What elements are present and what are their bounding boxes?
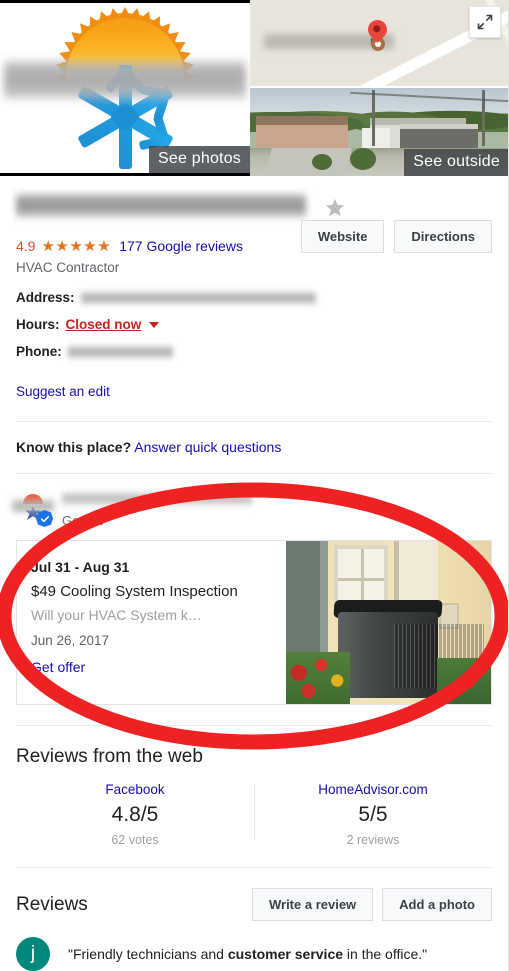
phone-row: Phone: bbox=[16, 343, 492, 361]
review-snippet-item[interactable]: j "Friendly technicians and customer ser… bbox=[16, 937, 492, 971]
website-button[interactable]: Website bbox=[300, 220, 385, 253]
blurred-address-value bbox=[80, 291, 316, 305]
post-source-label: Google bbox=[62, 513, 104, 528]
reviews-from-web-heading: Reviews from the web bbox=[16, 746, 203, 767]
blurred-phone-value bbox=[67, 345, 173, 359]
hours-label: Hours: bbox=[16, 317, 60, 332]
map-thumbnail[interactable]: nc bbox=[250, 0, 508, 88]
blurred-post-author-name bbox=[62, 491, 252, 506]
know-this-place-row: Know this place? Answer quick questions bbox=[16, 422, 492, 473]
offer-posted-date: Jun 26, 2017 bbox=[31, 633, 110, 648]
reviews-action-buttons: Write a review Add a photo bbox=[251, 888, 492, 921]
directions-button[interactable]: Directions bbox=[394, 220, 492, 253]
media-header: See photos nc bbox=[0, 0, 508, 176]
map-pin-icon bbox=[364, 16, 391, 51]
hours-status-closed[interactable]: Closed now bbox=[66, 316, 142, 334]
panel-content: Website Directions 4.9 ★★★★★ 177 Google … bbox=[0, 176, 508, 971]
offer-description: Will your HVAC System k… bbox=[31, 607, 202, 623]
review-snippet-text: "Friendly technicians and customer servi… bbox=[68, 946, 427, 962]
business-post-block: Google Jul 31 - Aug 31 $49 Cooling Syste… bbox=[12, 474, 492, 705]
address-row: Address: bbox=[16, 289, 492, 307]
streetview-trailer bbox=[362, 128, 390, 150]
post-author-avatar bbox=[12, 490, 54, 527]
business-logo-photo-tile[interactable]: See photos bbox=[0, 0, 250, 176]
review-quote-highlight: customer service bbox=[227, 946, 344, 962]
blurred-business-title bbox=[16, 192, 306, 219]
offer-title: $49 Cooling System Inspection bbox=[31, 583, 238, 600]
get-offer-link[interactable]: Get offer bbox=[31, 659, 272, 675]
web-review-score: 5/5 bbox=[358, 803, 388, 826]
see-photos-label[interactable]: See photos bbox=[149, 146, 250, 173]
reviews-header: Reviews Write a review Add a photo bbox=[16, 888, 492, 921]
streetview-carport bbox=[400, 124, 478, 148]
primary-action-buttons: Website Directions bbox=[300, 220, 492, 253]
post-author-meta: Google bbox=[62, 490, 252, 528]
web-review-source-name[interactable]: HomeAdvisor.com bbox=[264, 782, 482, 797]
web-review-count: 2 reviews bbox=[346, 833, 400, 847]
reviews-from-web-grid: Facebook 4.8/5 62 votes HomeAdvisor.com … bbox=[16, 782, 492, 847]
know-this-place-question: Know this place? bbox=[16, 439, 132, 455]
reviews-heading: Reviews bbox=[16, 893, 88, 915]
google-business-knowledge-panel: See photos nc bbox=[0, 0, 509, 971]
street-view-thumbnail[interactable]: See outside bbox=[250, 88, 508, 176]
web-review-count: 62 votes bbox=[111, 833, 159, 847]
offer-date-range: Jul 31 - Aug 31 bbox=[31, 559, 130, 575]
business-title-row: Website Directions bbox=[16, 176, 492, 253]
google-reviews-link[interactable]: 177 Google reviews bbox=[119, 238, 243, 254]
review-quote-after: in the office." bbox=[343, 946, 428, 962]
answer-quick-questions-link[interactable]: Answer quick questions bbox=[134, 439, 281, 455]
hours-row: Hours: Closed now bbox=[16, 316, 492, 334]
web-review-score: 4.8/5 bbox=[111, 803, 159, 826]
chevron-down-icon[interactable] bbox=[149, 322, 160, 328]
review-quote-before: "Friendly technicians and bbox=[68, 946, 228, 962]
avatar: j bbox=[16, 937, 50, 971]
see-outside-label[interactable]: See outside bbox=[404, 149, 508, 176]
address-label: Address: bbox=[16, 290, 75, 305]
offer-card[interactable]: Jul 31 - Aug 31 $49 Cooling System Inspe… bbox=[16, 540, 492, 705]
verified-check-icon bbox=[36, 510, 53, 527]
offer-card-text: Jul 31 - Aug 31 $49 Cooling System Inspe… bbox=[17, 541, 286, 704]
phone-label: Phone: bbox=[16, 344, 62, 359]
streetview-brick-house bbox=[256, 116, 348, 152]
expand-map-icon[interactable] bbox=[469, 6, 501, 38]
web-review-source: Facebook 4.8/5 62 votes bbox=[16, 782, 254, 847]
reviews-from-web-section: Reviews from the web Facebook 4.8/5 62 v… bbox=[16, 726, 492, 855]
business-category: HVAC Contractor bbox=[16, 260, 120, 275]
web-review-source-name[interactable]: Facebook bbox=[26, 782, 244, 797]
suggest-an-edit-link[interactable]: Suggest an edit bbox=[16, 384, 110, 399]
web-review-source: HomeAdvisor.com 5/5 2 reviews bbox=[254, 782, 492, 847]
reviews-section: Reviews Write a review Add a photo j "Fr… bbox=[16, 868, 492, 971]
blurred-business-name-overlay bbox=[4, 59, 246, 101]
star-rating-icons: ★★★★★ bbox=[41, 238, 112, 255]
write-a-review-button[interactable]: Write a review bbox=[251, 888, 374, 921]
rating-value: 4.9 bbox=[16, 238, 36, 254]
blurred-avatar-overlay bbox=[12, 500, 54, 512]
add-a-photo-button[interactable]: Add a photo bbox=[382, 888, 492, 921]
map-and-streetview-column: nc bbox=[250, 0, 508, 176]
business-info-list: Address: Hours: Closed now Phone: Sugges… bbox=[16, 275, 492, 421]
offer-photo-air-conditioner[interactable] bbox=[286, 541, 491, 704]
post-author-row: Google bbox=[12, 490, 492, 530]
streetview-utility-pole bbox=[372, 90, 375, 146]
streetview-driveway bbox=[263, 148, 353, 176]
